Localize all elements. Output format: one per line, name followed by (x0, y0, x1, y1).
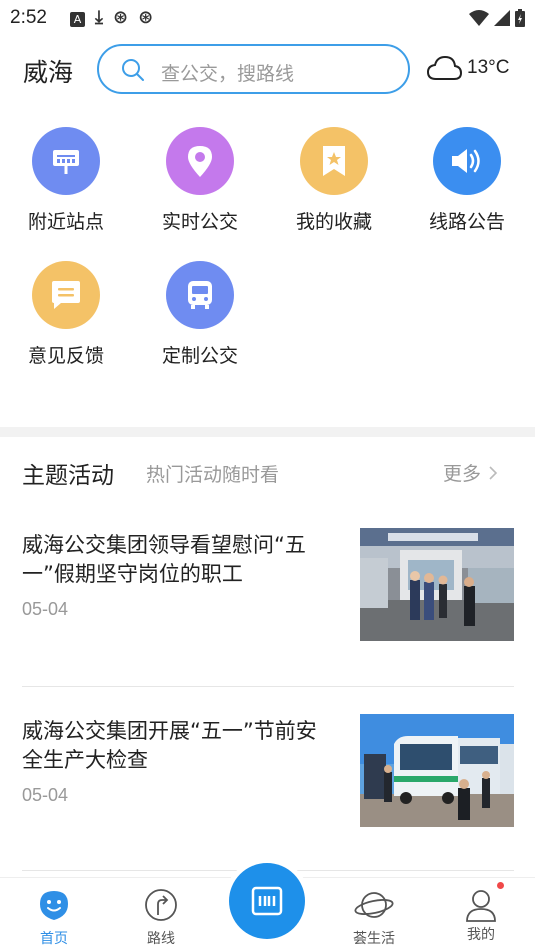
more-link[interactable]: 更多 (443, 459, 498, 486)
shortcut-nearby-stations[interactable]: 附近站点 (11, 127, 121, 234)
bus-icon (166, 261, 234, 329)
search-icon (122, 59, 144, 81)
route-icon (145, 889, 177, 921)
planet-icon (354, 892, 394, 918)
temperature: 13°C (467, 57, 510, 78)
section-divider (0, 427, 535, 437)
shortcut-label: 意见反馈 (27, 345, 104, 367)
shortcut-label: 实时公交 (161, 211, 238, 233)
home-face-icon (40, 891, 68, 920)
section-title: 主题活动 (22, 463, 114, 489)
more-label: 更多 (443, 463, 482, 485)
profile-icon (466, 890, 496, 922)
status-bar: 2:52 A ⤓ ⊛ ⊛ (0, 0, 535, 38)
nav-profile[interactable]: 我的 (446, 882, 516, 944)
news-title: 威海公交集团开展“五一”节前安全生产大检查 (22, 719, 317, 772)
news-title: 威海公交集团领导看望慰问“五一”假期坚守岗位的职工 (22, 533, 306, 586)
news-date: 05-04 (22, 785, 69, 805)
bus-stop-sign-icon (32, 127, 100, 195)
nav-label: 我的 (467, 927, 495, 943)
download-icon: ⤓ (95, 7, 103, 28)
nav-scan-button[interactable] (224, 858, 310, 944)
shortcut-realtime-bus[interactable]: 实时公交 (145, 127, 255, 234)
news-thumbnail (360, 528, 514, 641)
cloud-icon (427, 55, 463, 80)
weather-widget[interactable]: 13°C (427, 55, 509, 81)
scan-card-icon (251, 886, 283, 916)
news-item[interactable]: 威海公交集团领导看望慰问“五一”假期坚守岗位的职工 05-04 (22, 528, 514, 642)
shortcut-my-favorites[interactable]: 我的收藏 (279, 127, 389, 234)
list-separator (22, 686, 514, 687)
shortcut-custom-bus[interactable]: 定制公交 (145, 261, 255, 368)
search-placeholder: 查公交，搜路线 (161, 63, 295, 85)
nav-label: 首页 (40, 931, 68, 947)
shortcut-label: 我的收藏 (295, 211, 372, 233)
bookmark-star-icon (300, 127, 368, 195)
news-thumbnail (360, 714, 514, 827)
chevron-right-icon (489, 465, 498, 480)
wifi-icon (469, 10, 489, 26)
notification-dot (497, 882, 504, 889)
shortcut-label: 附近站点 (27, 211, 104, 233)
nav-route[interactable]: 路线 (126, 888, 196, 948)
bug-icon: ⊛ (112, 7, 129, 28)
status-notification-icons: A ⤓ ⊛ ⊛ (70, 6, 153, 30)
bug-icon-2: ⊛ (138, 7, 154, 28)
location-pin-icon (166, 127, 234, 195)
news-date: 05-04 (22, 599, 69, 619)
section-subtitle: 热门活动随时看 (146, 464, 280, 486)
battery-icon (515, 9, 525, 27)
shortcut-feedback[interactable]: 意见反馈 (11, 261, 121, 368)
news-item[interactable]: 威海公交集团开展“五一”节前安全生产大检查 05-04 (22, 714, 514, 828)
nav-label: 荟生活 (353, 931, 395, 947)
speaker-icon (433, 127, 501, 195)
nav-home[interactable]: 首页 (19, 888, 89, 948)
search-input[interactable]: 查公交，搜路线 (97, 44, 410, 94)
status-system-icons (469, 9, 525, 27)
notification-a-icon: A (70, 12, 85, 27)
shortcut-route-notice[interactable]: 线路公告 (412, 127, 522, 234)
shortcut-label: 定制公交 (161, 345, 238, 367)
nav-label: 路线 (147, 931, 175, 947)
city-selector[interactable]: 威海 (23, 53, 73, 89)
status-time: 2:52 (10, 7, 47, 28)
shortcut-label: 线路公告 (428, 211, 505, 233)
message-icon (32, 261, 100, 329)
signal-icon (494, 10, 510, 26)
nav-life[interactable]: 荟生活 (339, 888, 409, 948)
